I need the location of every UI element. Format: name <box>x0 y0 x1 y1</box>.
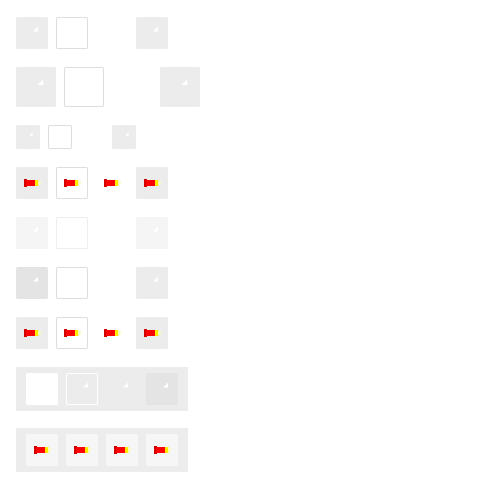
rocket-icon <box>64 179 81 187</box>
refresh-icon <box>25 76 47 98</box>
refresh-icon <box>103 24 121 42</box>
rocket-button-filled-on-panel[interactable] <box>26 434 58 466</box>
refresh-icon <box>63 224 81 242</box>
refresh-button-filled[interactable] <box>16 17 48 49</box>
rocket-button-outline[interactable] <box>56 167 88 199</box>
refresh-icon <box>113 380 131 398</box>
icon-button-row-disabled <box>16 217 168 249</box>
refresh-icon <box>117 130 131 144</box>
rocket-button-soft-2[interactable] <box>136 317 168 349</box>
refresh-icon <box>143 224 161 242</box>
refresh-icon <box>23 224 41 242</box>
rocket-button-filled-2[interactable] <box>16 317 48 349</box>
rocket-icon <box>144 329 161 337</box>
rocket-icon <box>34 446 51 454</box>
rocket-button-soft[interactable] <box>136 167 168 199</box>
rocket-button-ghost[interactable] <box>96 167 128 199</box>
refresh-button-outline-active[interactable] <box>56 267 88 299</box>
refresh-icon <box>21 130 35 144</box>
rocket-icon <box>154 446 171 454</box>
rocket-icon <box>24 329 41 337</box>
refresh-icon <box>73 76 95 98</box>
refresh-button-soft-active[interactable] <box>136 267 168 299</box>
icon-button-row-rocket <box>16 167 168 199</box>
refresh-button-outline[interactable] <box>56 17 88 49</box>
refresh-icon <box>121 76 143 98</box>
refresh-button-soft-large[interactable] <box>160 67 200 107</box>
refresh-button-outline-on-panel[interactable] <box>66 373 98 405</box>
refresh-icon <box>103 274 121 292</box>
icon-button-row-small <box>16 125 136 149</box>
refresh-icon <box>169 76 191 98</box>
refresh-icon <box>85 130 99 144</box>
refresh-icon <box>23 274 41 292</box>
refresh-icon <box>143 24 161 42</box>
rocket-button-soft-on-panel[interactable] <box>146 434 178 466</box>
refresh-button-ghost[interactable] <box>96 17 128 49</box>
icon-button-row-default <box>16 17 168 49</box>
refresh-icon <box>153 380 171 398</box>
refresh-button-soft-small[interactable] <box>112 125 136 149</box>
rocket-icon <box>74 446 91 454</box>
refresh-button-soft-on-panel[interactable] <box>146 373 178 405</box>
rocket-button-outline-on-panel[interactable] <box>66 434 98 466</box>
refresh-icon <box>73 380 91 398</box>
refresh-icon <box>33 380 51 398</box>
icon-button-row-large <box>16 67 200 107</box>
refresh-button-filled-active[interactable] <box>16 267 48 299</box>
refresh-icon <box>23 24 41 42</box>
refresh-icon <box>103 224 121 242</box>
rocket-button-ghost-2[interactable] <box>96 317 128 349</box>
refresh-button-ghost-disabled[interactable] <box>96 217 128 249</box>
rocket-icon <box>64 329 81 337</box>
refresh-button-filled-small[interactable] <box>16 125 40 149</box>
rocket-button-outline-2[interactable] <box>56 317 88 349</box>
icon-button-panel-rocket <box>16 428 188 472</box>
icon-button-row-rocket-2 <box>16 317 168 349</box>
refresh-button-filled-disabled[interactable] <box>16 217 48 249</box>
rocket-icon <box>24 179 41 187</box>
refresh-icon <box>143 274 161 292</box>
refresh-button-filled-on-panel[interactable] <box>26 373 58 405</box>
rocket-icon <box>104 329 121 337</box>
refresh-button-ghost-on-panel[interactable] <box>106 373 138 405</box>
refresh-button-soft[interactable] <box>136 17 168 49</box>
refresh-button-outline-small[interactable] <box>48 125 72 149</box>
refresh-icon <box>63 24 81 42</box>
refresh-button-filled-large[interactable] <box>16 67 56 107</box>
refresh-button-soft-disabled[interactable] <box>136 217 168 249</box>
rocket-button-ghost-on-panel[interactable] <box>106 434 138 466</box>
icon-button-panel-refresh <box>16 367 188 411</box>
rocket-icon <box>144 179 161 187</box>
refresh-button-outline-large[interactable] <box>64 67 104 107</box>
icon-button-row-active <box>16 267 168 299</box>
refresh-icon <box>53 130 67 144</box>
refresh-button-outline-disabled[interactable] <box>56 217 88 249</box>
refresh-icon <box>63 274 81 292</box>
refresh-button-ghost-active[interactable] <box>96 267 128 299</box>
refresh-button-ghost-large[interactable] <box>112 67 152 107</box>
rocket-button-filled[interactable] <box>16 167 48 199</box>
rocket-icon <box>104 179 121 187</box>
rocket-icon <box>114 446 131 454</box>
refresh-button-ghost-small[interactable] <box>80 125 104 149</box>
